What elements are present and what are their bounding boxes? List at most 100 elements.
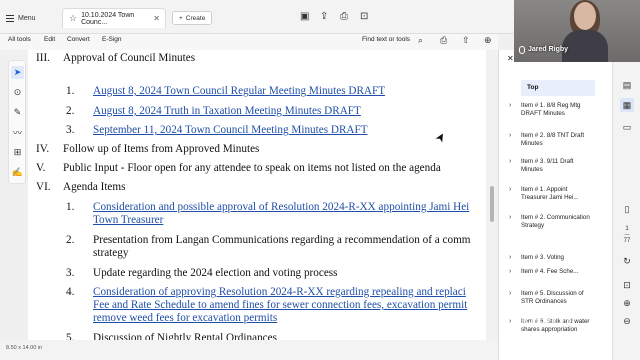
share-icon[interactable]: ⇪	[320, 11, 328, 22]
agenda-link[interactable]: August 8, 2024 Truth in Taxation Meeting…	[93, 105, 361, 118]
draw-icon[interactable]: 〰	[11, 126, 24, 139]
fit-page-icon[interactable]: ⊡	[620, 278, 634, 292]
save-icon[interactable]: ⊕	[484, 35, 492, 46]
agenda-text: strategy	[93, 247, 129, 259]
agenda-text: Agenda Items	[63, 181, 126, 193]
text-box-icon[interactable]: ⊞	[11, 146, 24, 159]
expand-chevron-icon[interactable]: ›	[509, 102, 511, 109]
pdf-page: III. Approval of Council Minutes 1. August …	[28, 50, 486, 340]
page-up-icon[interactable]: ▯	[620, 202, 634, 216]
agenda-text: Public Input - Floor open for any attend…	[63, 162, 441, 174]
hamburger-icon	[6, 14, 14, 22]
tab-title: 10.10.2024 Town Counc...	[81, 11, 135, 26]
item-number: 1.	[66, 85, 75, 97]
menu-button[interactable]: Menu	[6, 11, 36, 25]
expand-chevron-icon[interactable]: ›	[509, 186, 511, 193]
menu-label: Menu	[18, 14, 36, 22]
scroll-thumb[interactable]	[490, 186, 494, 222]
expand-chevron-icon[interactable]: ›	[509, 132, 511, 139]
item-number: IV.	[36, 143, 50, 155]
bookmark-top[interactable]: Top	[521, 80, 595, 96]
rotate-icon[interactable]: ↻	[620, 254, 634, 268]
page-size-label: 8.50 x 14.00 in	[6, 345, 43, 351]
agenda-link[interactable]: Consideration and possible approval of R…	[93, 201, 469, 214]
item-number: 3.	[66, 124, 75, 136]
print-tool-icon[interactable]: ⎙	[440, 35, 447, 46]
expand-chevron-icon[interactable]: ›	[509, 254, 511, 261]
item-number: V.	[36, 162, 46, 174]
mouse-cursor-icon: ➤	[432, 129, 450, 146]
convert-tab[interactable]: Convert	[67, 36, 90, 43]
sign-icon[interactable]: ✍	[11, 166, 24, 179]
star-icon[interactable]: ☆	[69, 13, 77, 24]
select-cursor-icon[interactable]: ➤	[11, 66, 24, 79]
all-tools-tab[interactable]: All tools	[8, 36, 31, 43]
expand-chevron-icon[interactable]: ›	[509, 214, 511, 221]
upload-icon[interactable]: ⇧	[462, 35, 470, 46]
bookmark-item[interactable]: Item # 1. 8/8 Reg Mtg DRAFT Minutes	[521, 102, 595, 118]
pen-icon[interactable]: ✎	[11, 106, 24, 119]
bookmark-item[interactable]: Item # 3. Voting	[521, 254, 595, 262]
bookmark-item[interactable]: Item # 2. Communication Strategy	[521, 214, 595, 230]
item-number: 2.	[66, 105, 75, 117]
app-window: Menu ☆ 10.10.2024 Town Counc... ✕ + Crea…	[0, 0, 640, 360]
expand-chevron-icon[interactable]: ›	[509, 158, 511, 165]
right-rail: ▤ ▦ ▭ ▯ 1 — 77 ↻ ⊡ ⊕ ⊖	[612, 50, 640, 360]
bookmark-item[interactable]: Item # 4. Fee Sche...	[521, 268, 595, 276]
item-number: 2.	[66, 234, 75, 246]
item-number: 3.	[66, 267, 75, 279]
agenda-link[interactable]: remove weed fees for excavation permits	[93, 312, 277, 325]
edit-tab[interactable]: Edit	[44, 36, 55, 43]
document-tab[interactable]: ☆ 10.10.2024 Town Counc... ✕	[62, 8, 166, 28]
bookmark-item[interactable]: Item # 3. 9/11 Draft Minutes	[521, 158, 595, 174]
item-number: III.	[36, 52, 50, 64]
bookmark-item[interactable]: Item # 2. 8/8 TNT Draft Minutes	[521, 132, 595, 148]
agenda-link[interactable]: Fee and Rate Schedule to amend fines for…	[93, 299, 467, 312]
zoom-out-icon[interactable]: ⊖	[620, 314, 634, 328]
agenda-text: Approval of Council Minutes	[63, 52, 196, 64]
bookmark-item[interactable]: Item # 5. Discussion of STR Ordinances	[521, 290, 595, 306]
agenda-text: Follow up of Items from Approved Minutes	[63, 143, 260, 155]
toolbar: All tools Edit Convert E-Sign Find text …	[0, 34, 498, 50]
expand-chevron-icon[interactable]: ›	[509, 290, 511, 297]
participant-name: Jared Rigby	[528, 46, 569, 53]
bookmark-item[interactable]: Item # 1. Appoint Treasurer Jami Hei...	[521, 186, 595, 202]
participant-body	[562, 30, 608, 62]
status-bar: 8.50 x 14.00 in	[0, 340, 498, 360]
agenda-link[interactable]: Town Treasurer	[93, 214, 163, 227]
search-icon[interactable]: ⌕	[418, 35, 423, 46]
tool-rail: ➤ ⊙ ✎ 〰 ⊞ ✍	[8, 60, 26, 184]
zoom-in-icon[interactable]: ⊕	[620, 296, 634, 310]
microphone-icon	[519, 46, 525, 54]
comment-icon[interactable]: ⊙	[11, 86, 24, 99]
thumbnails-icon[interactable]: ▭	[620, 120, 634, 134]
close-panel-icon[interactable]: ✕	[507, 54, 514, 63]
find-text-search[interactable]: Find text or tools	[362, 36, 410, 43]
document-scrollbar[interactable]	[487, 50, 497, 340]
item-number: 1.	[66, 201, 75, 213]
create-button[interactable]: + Create	[172, 11, 213, 25]
agenda-link[interactable]: August 8, 2024 Town Council Regular Meet…	[93, 85, 385, 98]
item-number: 4.	[66, 286, 75, 298]
item-number: 5.	[66, 332, 75, 340]
item-number: VI.	[36, 181, 51, 193]
agenda-text: Presentation from Langan Communications …	[93, 234, 471, 246]
create-label: Create	[185, 14, 206, 22]
zoom-watermark: zoom	[510, 306, 573, 331]
agenda-link[interactable]: Consideration of approving Resolution 20…	[93, 286, 466, 299]
expand-chevron-icon[interactable]: ›	[509, 268, 511, 275]
agenda-link[interactable]: September 11, 2024 Town Council Meeting …	[93, 124, 368, 137]
bookmark-top-icon[interactable]: ⊡	[360, 11, 368, 22]
print-icon[interactable]: ⎙	[340, 11, 348, 22]
participant-face	[574, 2, 596, 30]
page-total: 77	[623, 238, 631, 244]
plus-icon: +	[179, 14, 183, 22]
agenda-text: Update regarding the 2024 election and v…	[93, 267, 338, 279]
pdf-icon[interactable]: ▣	[300, 11, 309, 22]
comments-panel-icon[interactable]: ▤	[620, 78, 634, 92]
esign-tab[interactable]: E-Sign	[102, 36, 122, 43]
close-tab-icon[interactable]: ✕	[153, 14, 160, 23]
agenda-text: Discussion of Nightly Rental Ordinances	[93, 332, 277, 340]
bookmarks-panel-icon[interactable]: ▦	[620, 98, 634, 112]
webcam-tile: Jared Rigby	[514, 0, 640, 62]
